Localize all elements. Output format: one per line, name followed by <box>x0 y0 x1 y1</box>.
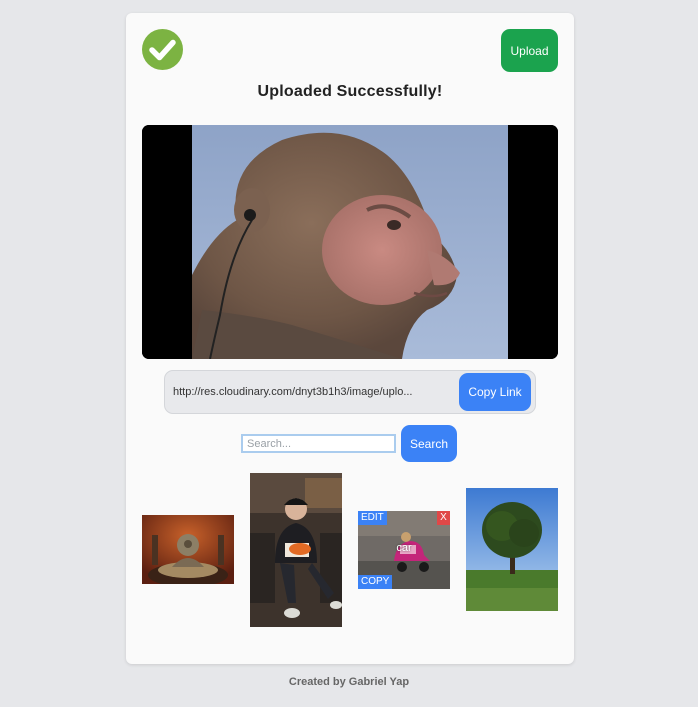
gallery-image-car[interactable]: EDIT X car COPY <box>358 511 450 589</box>
image-caption: car <box>396 542 412 554</box>
copy-link-button[interactable]: Copy Link <box>459 373 531 411</box>
search-button[interactable]: Search <box>401 425 457 462</box>
gallery-image-person[interactable] <box>250 473 342 627</box>
image-url[interactable]: http://res.cloudinary.com/dnyt3b1h3/imag… <box>173 371 453 413</box>
footer-credit: Created by Gabriel Yap <box>288 676 410 688</box>
upload-button[interactable]: Upload <box>501 29 558 72</box>
edit-button[interactable]: EDIT <box>358 511 387 525</box>
video-player[interactable] <box>142 125 558 359</box>
link-copy-row: http://res.cloudinary.com/dnyt3b1h3/imag… <box>164 370 536 414</box>
person-image <box>250 473 342 627</box>
tree-image <box>466 488 558 611</box>
gallery-image-tree[interactable] <box>466 488 558 611</box>
video-preview <box>142 125 558 359</box>
page-title: Uploaded Successfully! <box>257 83 443 100</box>
search-input[interactable] <box>241 434 396 453</box>
check-circle-icon <box>142 29 183 70</box>
upload-card: Upload Uploaded Successfully! http://res… <box>126 13 574 664</box>
delete-button[interactable]: X <box>437 511 450 525</box>
copy-button[interactable]: COPY <box>358 575 393 589</box>
statue-image <box>142 515 234 584</box>
gallery-image-statue[interactable] <box>142 515 234 584</box>
